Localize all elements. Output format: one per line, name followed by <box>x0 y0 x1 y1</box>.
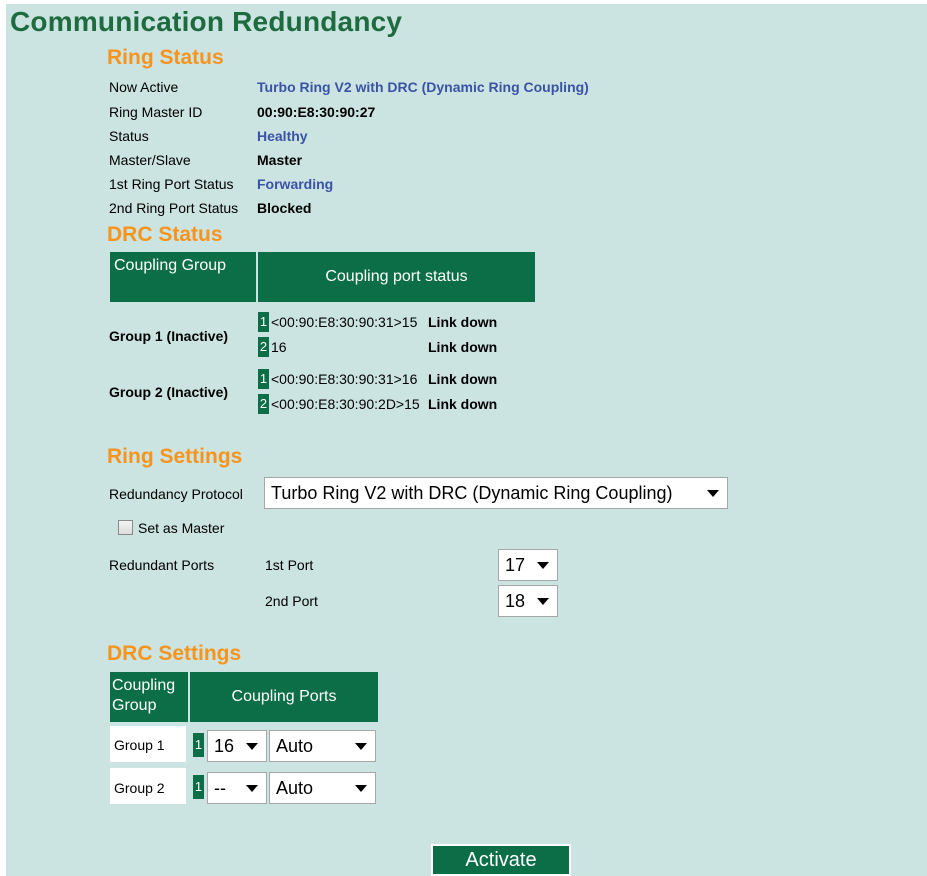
master-slave-label: Master/Slave <box>109 152 191 168</box>
drc-settings-group-1-label: Group 1 <box>114 737 165 753</box>
port-index-badge: 1 <box>258 312 269 332</box>
coupling-ports-header: Coupling Ports <box>188 672 378 722</box>
chevron-down-icon <box>537 598 549 605</box>
first-ring-port-status-value: Forwarding <box>257 176 334 192</box>
port-link-status: Link down <box>428 314 498 330</box>
second-port-label: 2nd Port <box>265 593 318 609</box>
second-ring-port-status-value: Blocked <box>257 200 312 216</box>
set-as-master-checkbox[interactable] <box>118 520 133 535</box>
second-ring-port-status-label: 2nd Ring Port Status <box>109 200 239 216</box>
port-id: 16 <box>271 339 287 355</box>
activate-button[interactable]: Activate <box>431 844 571 876</box>
drc-group-1-mode-select[interactable]: Auto <box>269 730 376 762</box>
chevron-down-icon <box>246 743 258 750</box>
coupling-group-header: Coupling Group <box>110 672 188 722</box>
drc-settings-group-1-index: 1 <box>193 733 204 757</box>
main-panel: Communication Redundancy Ring Status Now… <box>6 4 927 876</box>
drc-group-1-mode-value: Auto <box>276 736 314 756</box>
drc-group-1-port-select[interactable]: 16 <box>207 730 267 762</box>
redundancy-protocol-select[interactable]: Turbo Ring V2 with DRC (Dynamic Ring Cou… <box>264 477 728 509</box>
drc-group-2-port-select[interactable]: -- <box>207 772 267 804</box>
port-id: <00:90:E8:30:90:31>16 <box>271 371 418 387</box>
drc-settings-group-2-index: 1 <box>193 775 204 799</box>
page-title: Communication Redundancy <box>10 6 403 37</box>
status-label: Status <box>109 128 149 144</box>
port-index-badge: 2 <box>258 337 269 357</box>
port-id: <00:90:E8:30:90:2D>15 <box>271 396 420 412</box>
drc-status-group-2-label: Group 2 (Inactive) <box>109 384 229 400</box>
ring-status-title: Ring Status <box>107 46 224 69</box>
coupling-group-header: Coupling Group <box>110 252 256 302</box>
first-port-value: 17 <box>505 555 526 575</box>
ring-master-id-value: 00:90:E8:30:90:27 <box>257 104 376 120</box>
chevron-down-icon <box>355 743 367 750</box>
drc-group-2-mode-value: Auto <box>276 778 314 798</box>
set-as-master-label: Set as Master <box>138 520 225 536</box>
drc-status-group-2-port-2: 2 <00:90:E8:30:90:2D>15 Link down <box>258 394 538 414</box>
port-index-badge: 1 <box>193 775 204 799</box>
redundancy-protocol-label: Redundancy Protocol <box>109 486 243 502</box>
ring-master-id-label: Ring Master ID <box>109 104 203 120</box>
second-port-value: 18 <box>505 591 526 611</box>
drc-status-group-1-port-1: 1 <00:90:E8:30:90:31>15 Link down <box>258 312 538 332</box>
port-index-badge: 2 <box>258 394 269 414</box>
drc-group-1-port-value: 16 <box>214 736 235 756</box>
chevron-down-icon <box>707 490 719 497</box>
port-id: <00:90:E8:30:90:31>15 <box>271 314 418 330</box>
ring-settings-title: Ring Settings <box>107 445 243 468</box>
port-index-badge: 1 <box>258 369 269 389</box>
first-port-label: 1st Port <box>265 557 314 573</box>
drc-settings-group-2-label: Group 2 <box>114 780 165 796</box>
now-active-label: Now Active <box>109 79 179 95</box>
coupling-port-status-header: Coupling port status <box>256 252 535 302</box>
chevron-down-icon <box>537 562 549 569</box>
drc-group-2-port-value: -- <box>214 778 226 798</box>
status-value: Healthy <box>257 128 308 144</box>
drc-group-2-mode-select[interactable]: Auto <box>269 772 376 804</box>
first-ring-port-status-label: 1st Ring Port Status <box>109 176 234 192</box>
redundancy-protocol-value: Turbo Ring V2 with DRC (Dynamic Ring Cou… <box>271 483 673 503</box>
drc-settings-title: DRC Settings <box>107 642 242 665</box>
chevron-down-icon <box>355 785 367 792</box>
second-port-select[interactable]: 18 <box>498 585 558 617</box>
port-link-status: Link down <box>428 396 498 412</box>
port-index-badge: 1 <box>193 733 204 757</box>
now-active-value: Turbo Ring V2 with DRC (Dynamic Ring Cou… <box>257 79 589 95</box>
redundant-ports-label: Redundant Ports <box>109 557 215 573</box>
drc-status-group-1-label: Group 1 (Inactive) <box>109 328 229 344</box>
drc-status-group-1-port-2: 2 16 Link down <box>258 337 538 357</box>
port-link-status: Link down <box>428 371 498 387</box>
port-link-status: Link down <box>428 339 498 355</box>
drc-status-title: DRC Status <box>107 223 223 246</box>
master-slave-value: Master <box>257 152 303 168</box>
chevron-down-icon <box>246 785 258 792</box>
drc-status-group-2-port-1: 1 <00:90:E8:30:90:31>16 Link down <box>258 369 538 389</box>
first-port-select[interactable]: 17 <box>498 549 558 581</box>
